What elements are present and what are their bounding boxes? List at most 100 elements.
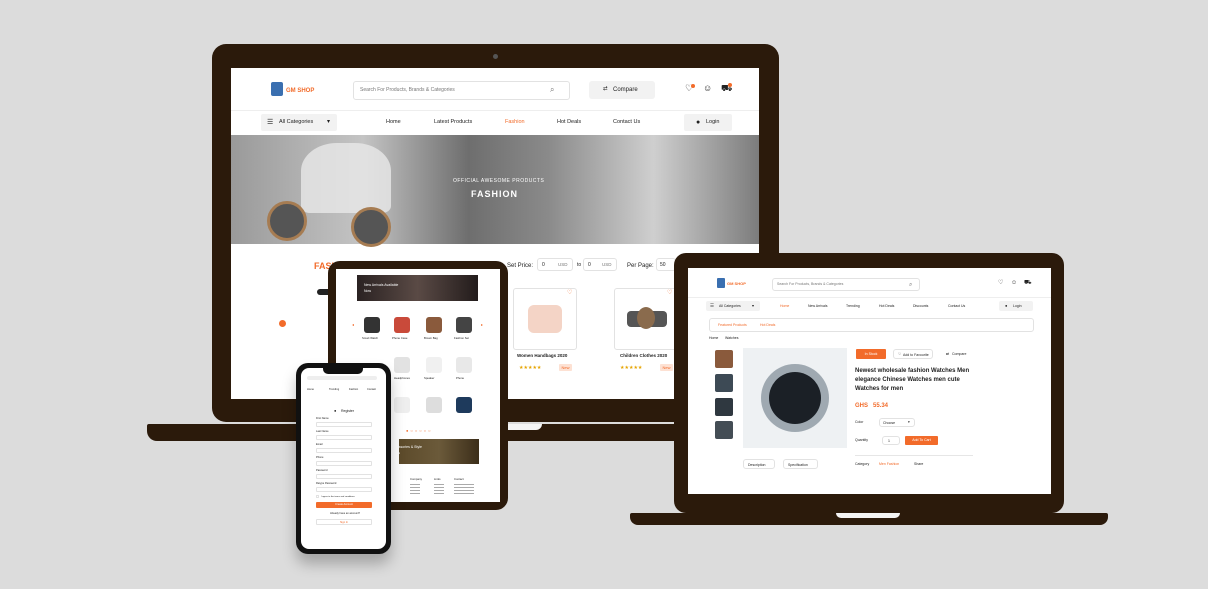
categories-dropdown[interactable]: ☰ All Categories ▾	[261, 114, 337, 131]
filter-chip-featured[interactable]: Featured Products	[718, 323, 747, 328]
field-label: Phone	[316, 456, 324, 459]
price-from-input[interactable]: 0 USD	[537, 258, 573, 271]
logo-text[interactable]: GM SHOP	[727, 282, 746, 286]
user-icon[interactable]: ☺	[1011, 280, 1017, 286]
search-icon[interactable]: ⌕	[909, 282, 912, 288]
per-page-label: Per Page:	[627, 263, 654, 269]
carousel-next-icon[interactable]: ▸	[481, 323, 483, 327]
product-name[interactable]: Phone Case	[392, 337, 407, 340]
thumbnail[interactable]	[715, 374, 733, 392]
tab-specification[interactable]: Specification	[783, 459, 818, 469]
chevron-down-icon: ▾	[752, 303, 755, 308]
search-icon[interactable]: ⌕	[550, 86, 554, 94]
heart-icon[interactable]: ♡	[567, 290, 572, 296]
product-image[interactable]	[394, 397, 410, 413]
price-to-input[interactable]: 0 USD	[583, 258, 617, 271]
product-image[interactable]	[394, 317, 410, 333]
product-image[interactable]	[426, 397, 442, 413]
product-name[interactable]: Smart Watch	[362, 337, 378, 340]
shop-logo-icon[interactable]	[271, 82, 283, 96]
thumbnail[interactable]	[715, 350, 733, 368]
search-input[interactable]: Search For Products, Brands & Categories…	[353, 81, 570, 100]
retype-password-field[interactable]	[316, 487, 372, 492]
login-button[interactable]: ● Login	[999, 301, 1033, 311]
compare-button[interactable]: ⇄ Compare	[589, 81, 655, 99]
last-name-field[interactable]	[316, 435, 372, 440]
nav-discounts[interactable]: Discounts	[913, 304, 928, 309]
user-icon[interactable]: ☺	[703, 84, 712, 93]
heart-icon[interactable]: ♡	[998, 280, 1003, 286]
create-account-button[interactable]: Create Account	[316, 502, 372, 508]
nav-home[interactable]: Home	[386, 119, 401, 126]
share-label[interactable]: Share	[914, 462, 923, 467]
thumbnail[interactable]	[715, 421, 733, 439]
email-field[interactable]	[316, 448, 372, 453]
product-name[interactable]: Speaker	[424, 377, 434, 380]
product-image[interactable]	[426, 317, 442, 333]
watch-face	[769, 372, 821, 424]
breadcrumb-home[interactable]: Home	[709, 336, 718, 341]
product-name[interactable]: Phone	[456, 377, 464, 380]
shop-logo-icon[interactable]	[717, 278, 725, 288]
per-page-select[interactable]: 50	[656, 258, 676, 271]
product-image[interactable]	[394, 357, 410, 373]
product-name[interactable]: Fashion Set	[454, 337, 469, 340]
footer-links[interactable]	[410, 484, 420, 496]
menu-item[interactable]: Trending	[329, 388, 339, 392]
logo-text[interactable]: GM SHOP	[286, 88, 314, 94]
nav-fashion[interactable]: Fashion	[505, 119, 525, 126]
product-image[interactable]	[456, 397, 472, 413]
product-name[interactable]: Headphones	[394, 377, 410, 380]
tab-description[interactable]: Description	[743, 459, 775, 469]
compare-label[interactable]: Compare	[952, 352, 966, 357]
heart-icon[interactable]: ♡	[667, 290, 672, 296]
thumbnail[interactable]	[715, 398, 733, 416]
categories-dropdown[interactable]: ☰ All Categories ▾	[706, 301, 760, 311]
menu-item[interactable]: Contact	[367, 388, 376, 392]
product-name[interactable]: Brown Bag	[424, 337, 438, 340]
product-image[interactable]	[426, 357, 442, 373]
nav-trending[interactable]: Trending	[846, 304, 860, 309]
add-to-cart-button[interactable]: Add To Cart	[905, 436, 938, 445]
search-input[interactable]: Search For Products, Brands & Categories…	[772, 278, 920, 291]
footer-links[interactable]	[434, 484, 444, 496]
terms-checkbox[interactable]	[316, 495, 319, 498]
product-image[interactable]	[456, 317, 472, 333]
phone-field[interactable]	[316, 461, 372, 466]
nav-home[interactable]: Home	[780, 304, 789, 309]
carousel-dots[interactable]: ●○○○○○	[406, 429, 433, 433]
color-select[interactable]: Choose ▾	[879, 418, 915, 427]
favourite-button[interactable]: ♡ Add to Favourite	[893, 349, 933, 359]
password-field[interactable]	[316, 474, 372, 479]
product-card-image[interactable]	[513, 288, 577, 350]
terms-label[interactable]: I agree to the terms and conditions	[321, 496, 355, 498]
sign-in-button[interactable]: Sign In	[316, 519, 372, 525]
product-name[interactable]: Children Clothes 2020	[620, 353, 667, 359]
nav-hot-deals[interactable]: Hot Deals	[879, 304, 894, 309]
cart-icon[interactable]: ⛟	[1024, 280, 1032, 286]
menu-item[interactable]: Home	[307, 388, 314, 392]
breadcrumb-watches[interactable]: Watches	[725, 336, 739, 341]
carousel-prev-button[interactable]	[279, 320, 286, 327]
tab-specification-label: Specification	[788, 462, 808, 467]
compare-icon[interactable]: ⇄	[946, 352, 949, 357]
product-image[interactable]	[364, 317, 380, 333]
filter-chip-hot-deals[interactable]: Hot Deals	[760, 323, 775, 328]
footer-links[interactable]	[454, 484, 474, 496]
nav-hot-deals[interactable]: Hot Deals	[557, 119, 581, 126]
carousel-prev-icon[interactable]: ◂	[352, 323, 354, 327]
first-name-field[interactable]	[316, 422, 372, 427]
product-card-image[interactable]	[614, 288, 678, 350]
product-image[interactable]	[456, 357, 472, 373]
nav-contact-us[interactable]: Contact Us	[948, 304, 965, 309]
category-value[interactable]: Men Fashion	[879, 462, 899, 467]
menu-item[interactable]: Fashion	[349, 388, 358, 392]
nav-latest-products[interactable]: Latest Products	[434, 119, 472, 126]
currency: GHS	[855, 403, 869, 409]
login-button[interactable]: ● Login	[684, 114, 732, 131]
quantity-stepper[interactable]: 1	[882, 436, 900, 445]
search-input[interactable]	[307, 376, 377, 380]
nav-new-arrivals[interactable]: New Arrivals	[808, 304, 827, 309]
product-name[interactable]: Women Handbags 2020	[517, 353, 567, 359]
nav-contact-us[interactable]: Contact Us	[613, 119, 640, 126]
